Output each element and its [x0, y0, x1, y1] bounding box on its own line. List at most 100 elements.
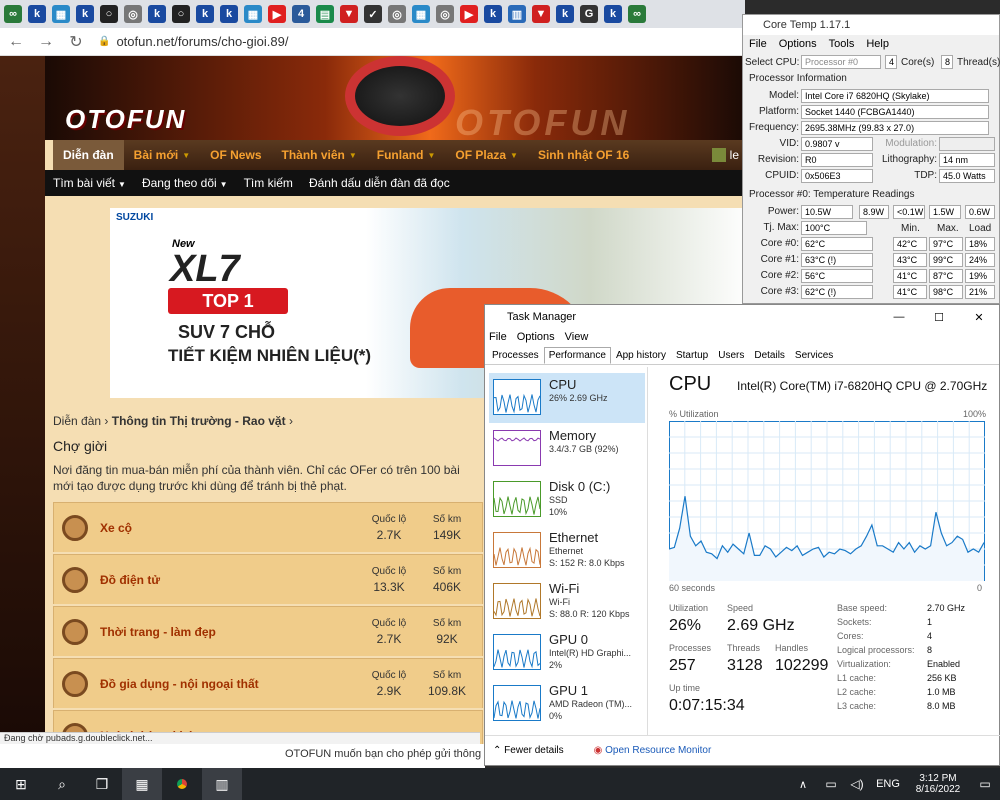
browser-tab-icon[interactable]: ▼: [532, 5, 550, 23]
tm-menu-item[interactable]: Options: [517, 331, 555, 343]
forum-name[interactable]: Thời trang - làm đẹp: [100, 625, 360, 639]
subnav-item-label: Tìm kiếm: [243, 176, 293, 190]
url-field[interactable]: 🔒 otofun.net/forums/cho-gioi.89/: [98, 34, 288, 49]
close-icon[interactable]: ✕: [959, 311, 999, 324]
volume-icon[interactable]: ◁): [844, 768, 870, 800]
coretemp-menu-item[interactable]: File: [749, 38, 767, 50]
browser-tab-icon[interactable]: k: [148, 5, 166, 23]
tm-tab[interactable]: Processes: [487, 347, 544, 364]
forum-row[interactable]: Đồ điện tử Quốc lộ 13.3K Số km 406K: [53, 554, 483, 604]
nav-item[interactable]: OF Plaza ▼: [445, 140, 528, 170]
fewer-details-button[interactable]: ⌃ Fewer details: [493, 745, 564, 756]
tm-menu-item[interactable]: View: [565, 331, 589, 343]
browser-tab-icon[interactable]: ▼: [340, 5, 358, 23]
browser-tab-icon[interactable]: ◎: [124, 5, 142, 23]
browser-tab-icon[interactable]: k: [556, 5, 574, 23]
open-resource-monitor-link[interactable]: ◉ Open Resource Monitor: [594, 745, 712, 756]
browser-tab-icon[interactable]: ▦: [412, 5, 430, 23]
forum-name[interactable]: Đồ điện tử: [100, 573, 360, 587]
tm-tab[interactable]: App history: [611, 347, 671, 364]
browser-tab-icon[interactable]: ▶: [460, 5, 478, 23]
notifications-icon[interactable]: ▭: [970, 768, 1000, 800]
forum-row[interactable]: Xe cộ Quốc lộ 2.7K Số km 149K: [53, 502, 483, 552]
browser-tab-icon[interactable]: 4: [292, 5, 310, 23]
browser-tab-icon[interactable]: ✓: [364, 5, 382, 23]
browser-tab-icon[interactable]: k: [196, 5, 214, 23]
tm-menu-item[interactable]: File: [489, 331, 507, 343]
browser-tab-icon[interactable]: ∞: [4, 5, 22, 23]
search-icon[interactable]: ⌕: [42, 768, 82, 800]
tm-tab[interactable]: Users: [713, 347, 749, 364]
resource-item[interactable]: CPU 26% 2.69 GHz: [489, 373, 645, 423]
language-indicator[interactable]: ENG: [870, 768, 906, 800]
tray-chevron-icon[interactable]: ∧: [788, 768, 818, 800]
resource-item[interactable]: GPU 1 AMD Radeon (TM)... 0%: [489, 679, 645, 729]
resource-item[interactable]: Wi-Fi Wi-Fi S: 88.0 R: 120 Kbps: [489, 577, 645, 627]
browser-tab-icon[interactable]: ○: [100, 5, 118, 23]
chevron-right-icon: ›: [288, 414, 293, 428]
subnav-item[interactable]: Đánh dấu diễn đàn đã đọc: [309, 176, 450, 190]
nav-login-area[interactable]: le: [711, 148, 745, 163]
browser-tab-icon[interactable]: k: [220, 5, 238, 23]
resource-sparkline: [493, 393, 541, 414]
nav-item[interactable]: Thành viên ▼: [272, 140, 367, 170]
task-view-icon[interactable]: ❐: [82, 768, 122, 800]
browser-tab-icon[interactable]: k: [76, 5, 94, 23]
site-logo[interactable]: OTOFUN: [65, 104, 186, 135]
tm-tab[interactable]: Services: [790, 347, 838, 364]
breadcrumb-root[interactable]: Diễn đàn: [53, 414, 101, 428]
steering-wheel-icon: [62, 618, 88, 645]
browser-tab-icon[interactable]: ▦: [244, 5, 262, 23]
windows-start-icon[interactable]: ⊞: [0, 768, 42, 800]
tm-tab[interactable]: Details: [749, 347, 790, 364]
browser-tab-icon[interactable]: ◎: [436, 5, 454, 23]
network-icon[interactable]: ▭: [818, 768, 844, 800]
resource-item[interactable]: Memory 3.4/3.7 GB (92%): [489, 424, 645, 474]
forum-name[interactable]: Đồ gia dụng - nội ngoại thất: [100, 677, 360, 691]
browser-tab-icon[interactable]: k: [604, 5, 622, 23]
reload-icon[interactable]: ↻: [68, 32, 84, 52]
forward-icon[interactable]: →: [38, 33, 54, 51]
coretemp-menu-item[interactable]: Help: [866, 38, 889, 50]
resource-sparkline: [493, 437, 541, 442]
nav-item[interactable]: Sinh nhật OF 16: [528, 140, 639, 170]
browser-tab-icon[interactable]: ▶: [268, 5, 286, 23]
browser-tab-icon[interactable]: k: [484, 5, 502, 23]
breadcrumb-current[interactable]: Thông tin Thị trường - Rao vặt: [112, 414, 286, 428]
tm-tab[interactable]: Startup: [671, 347, 713, 364]
coretemp-menu-item[interactable]: Tools: [829, 38, 855, 50]
forum-name[interactable]: Xe cộ: [100, 521, 360, 535]
minimize-icon[interactable]: —: [879, 311, 919, 323]
browser-tab-icon[interactable]: ▥: [508, 5, 526, 23]
nav-item[interactable]: Funland ▼: [367, 140, 446, 170]
subnav-item[interactable]: Tìm kiếm: [244, 176, 293, 190]
resource-item[interactable]: Disk 0 (C:) SSD 10%: [489, 475, 645, 525]
chrome-icon[interactable]: [162, 768, 202, 800]
forum-row[interactable]: Đồ gia dụng - nội ngoại thất Quốc lộ 2.9K S…: [53, 658, 483, 708]
coretemp-taskbar-icon[interactable]: ▥: [202, 768, 242, 800]
browser-tab-icon[interactable]: ◎: [388, 5, 406, 23]
spec-row: Sockets: 1: [837, 617, 997, 631]
browser-tab-icon[interactable]: ○: [172, 5, 190, 23]
nav-item[interactable]: Bài mới ▼: [124, 140, 200, 170]
browser-tab-icon[interactable]: ∞: [628, 5, 646, 23]
browser-tab-icon[interactable]: ▦: [52, 5, 70, 23]
subnav-item[interactable]: Tìm bài viết ▼: [53, 176, 126, 190]
nav-item[interactable]: OF News: [200, 140, 271, 170]
resource-item[interactable]: GPU 0 Intel(R) HD Graphi... 2%: [489, 628, 645, 678]
nav-item[interactable]: Diễn đàn: [53, 140, 124, 170]
back-icon[interactable]: ←: [8, 33, 24, 51]
forum-row[interactable]: Thời trang - làm đẹp Quốc lộ 2.7K Số km 92K: [53, 606, 483, 656]
stat-value: 149K: [432, 527, 462, 542]
browser-tab-icon[interactable]: k: [28, 5, 46, 23]
browser-tab-icon[interactable]: ▤: [316, 5, 334, 23]
tm-tab[interactable]: Performance: [543, 347, 611, 364]
cpu-select[interactable]: Processor #0: [801, 55, 881, 69]
browser-tab-icon[interactable]: G: [580, 5, 598, 23]
maximize-icon[interactable]: ☐: [919, 311, 959, 324]
taskmanager-taskbar-icon[interactable]: ▦: [122, 768, 162, 800]
clock[interactable]: 3:12 PM 8/16/2022: [906, 768, 970, 800]
coretemp-menu-item[interactable]: Options: [779, 38, 817, 50]
resource-item[interactable]: Ethernet Ethernet S: 152 R: 8.0 Kbps: [489, 526, 645, 576]
subnav-item[interactable]: Đang theo dõi ▼: [142, 176, 228, 190]
